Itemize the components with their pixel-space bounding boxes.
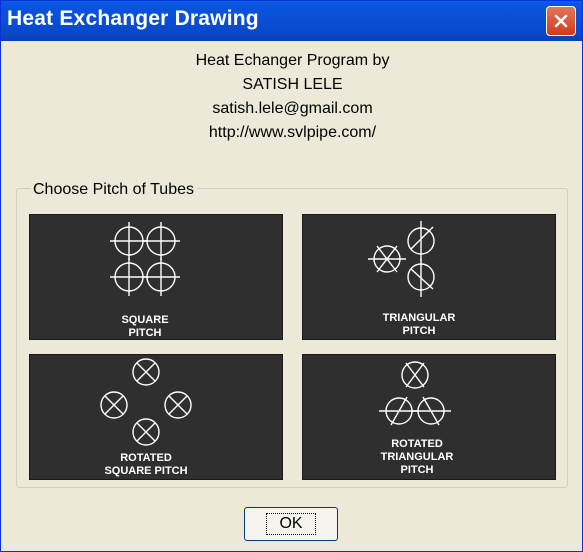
ok-button-label: OK [266, 513, 316, 535]
groupbox-label: Choose Pitch of Tubes [30, 181, 197, 199]
triangular-pitch-label-2: PITCH [403, 325, 436, 337]
info-line-1: Heat Echanger Program by [195, 52, 390, 69]
square-pitch-label-2: PITCH [129, 327, 162, 339]
window-title: Heat Exchanger Drawing [7, 7, 259, 30]
rotated-square-label-2: SQUARE PITCH [104, 465, 187, 477]
rotated-square-label-1: ROTATED [120, 452, 172, 464]
rotated-triangular-pitch-icon: ROTATED TRIANGULAR PITCH [379, 361, 454, 476]
info-line-2: SATISH LELE [242, 76, 343, 93]
square-pitch-label-1: SQUARE [121, 314, 168, 326]
dialog-window: Heat Exchanger Drawing Heat Echanger Pro… [0, 0, 583, 552]
rotated-triangular-label-2: TRIANGULAR [381, 451, 454, 463]
close-icon [554, 14, 568, 28]
title-bar[interactable]: Heat Exchanger Drawing [1, 1, 582, 41]
rotated-triangular-label-3: PITCH [401, 464, 434, 476]
square-pitch-icon: SQUARE PITCH [110, 222, 180, 339]
info-line-3: satish.lele@gmail.com [212, 100, 373, 117]
info-line-4: http://www.svlpipe.com/ [208, 124, 377, 141]
rotated-triangular-pitch-button[interactable]: ROTATED TRIANGULAR PITCH [302, 354, 556, 480]
rotated-triangular-label-1: ROTATED [391, 438, 443, 450]
ok-button[interactable]: OK [244, 507, 338, 541]
triangular-pitch-button[interactable]: TRIANGULAR PITCH [302, 214, 556, 340]
square-pitch-button[interactable]: SQUARE PITCH [29, 214, 283, 340]
rotated-square-pitch-button[interactable]: ROTATED SQUARE PITCH [29, 354, 283, 480]
rotated-square-pitch-icon: ROTATED SQUARE PITCH [100, 358, 192, 477]
author-info: Heat Echanger Program by SATISH LELE sat… [1, 49, 583, 145]
close-button[interactable] [546, 6, 576, 36]
triangular-pitch-icon: TRIANGULAR PITCH [368, 221, 456, 337]
triangular-pitch-label-1: TRIANGULAR [383, 312, 456, 324]
